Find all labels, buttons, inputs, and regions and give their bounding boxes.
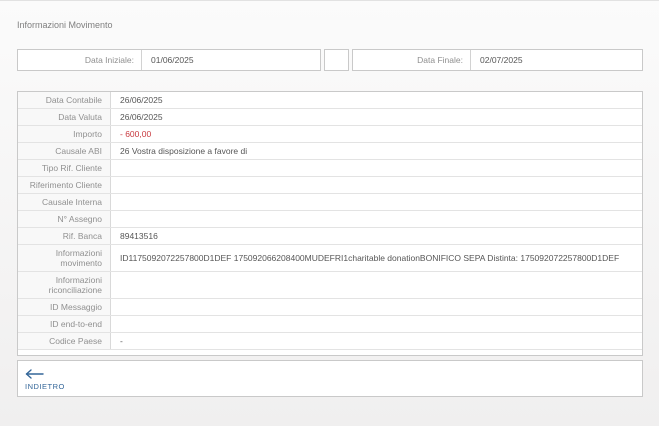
movement-details-table: Data Contabile 26/06/2025 Data Valuta 26… [17, 91, 643, 356]
detail-row-codice-paese: Codice Paese - [18, 333, 642, 350]
start-date-input[interactable]: 01/06/2025 [142, 50, 194, 70]
detail-label: Informazioni riconciliazione [18, 272, 111, 298]
detail-label: Tipo Rif. Cliente [18, 160, 111, 176]
detail-label: ID Messaggio [18, 299, 111, 315]
table-empty-footer-row [18, 350, 642, 355]
back-button-label: INDIETRO [25, 382, 65, 391]
end-date-field: Data Finale: 02/07/2025 [352, 49, 643, 71]
detail-value [111, 177, 642, 193]
detail-label: Importo [18, 126, 111, 142]
start-date-field: Data Iniziale: 01/06/2025 [17, 49, 321, 71]
detail-label: ID end-to-end [18, 316, 111, 332]
detail-value [111, 316, 642, 332]
detail-label: Causale ABI [18, 143, 111, 159]
detail-value: 26/06/2025 [111, 109, 642, 125]
detail-label: Informazioni movimento [18, 245, 111, 271]
detail-value [111, 272, 642, 298]
detail-value: ID1175092072257800D1DEF 175092066208400M… [111, 245, 642, 271]
detail-row-data-valuta: Data Valuta 26/06/2025 [18, 109, 642, 126]
movement-info-panel: Informazioni Movimento Data Iniziale: 01… [17, 1, 643, 397]
detail-row-informazioni-movimento: Informazioni movimento ID117509207225780… [18, 245, 642, 272]
detail-value: - [111, 333, 642, 349]
detail-row-causale-interna: Causale Interna [18, 194, 642, 211]
detail-row-importo: Importo - 600,00 [18, 126, 642, 143]
amount-value: - 600,00 [111, 126, 642, 142]
detail-row-n-assegno: N° Assegno [18, 211, 642, 228]
detail-value: 26 Vostra disposizione a favore di [111, 143, 642, 159]
detail-value [111, 211, 642, 227]
footer-bar: INDIETRO [17, 360, 643, 397]
detail-value [111, 194, 642, 210]
detail-row-data-contabile: Data Contabile 26/06/2025 [18, 92, 642, 109]
detail-row-id-messaggio: ID Messaggio [18, 299, 642, 316]
detail-row-id-end-to-end: ID end-to-end [18, 316, 642, 333]
detail-row-rif-banca: Rif. Banca 89413516 [18, 228, 642, 245]
date-filter-bar: Data Iniziale: 01/06/2025 Data Finale: 0… [17, 49, 643, 71]
back-button[interactable]: INDIETRO [25, 369, 65, 391]
detail-row-causale-abi: Causale ABI 26 Vostra disposizione a fav… [18, 143, 642, 160]
detail-value: 89413516 [111, 228, 642, 244]
filter-spacer-cell [324, 49, 349, 71]
detail-label: Data Valuta [18, 109, 111, 125]
back-arrow-icon [25, 369, 65, 379]
detail-label: Codice Paese [18, 333, 111, 349]
start-date-label: Data Iniziale: [18, 50, 142, 70]
detail-row-informazioni-riconciliazione: Informazioni riconciliazione [18, 272, 642, 299]
detail-row-tipo-rif-cliente: Tipo Rif. Cliente [18, 160, 642, 177]
detail-value [111, 299, 642, 315]
detail-label: N° Assegno [18, 211, 111, 227]
detail-label: Riferimento Cliente [18, 177, 111, 193]
detail-label: Causale Interna [18, 194, 111, 210]
detail-row-riferimento-cliente: Riferimento Cliente [18, 177, 642, 194]
detail-value [111, 160, 642, 176]
detail-label: Data Contabile [18, 92, 111, 108]
page-title: Informazioni Movimento [17, 20, 643, 30]
detail-value: 26/06/2025 [111, 92, 642, 108]
end-date-label: Data Finale: [353, 50, 471, 70]
end-date-input[interactable]: 02/07/2025 [471, 50, 523, 70]
detail-label: Rif. Banca [18, 228, 111, 244]
